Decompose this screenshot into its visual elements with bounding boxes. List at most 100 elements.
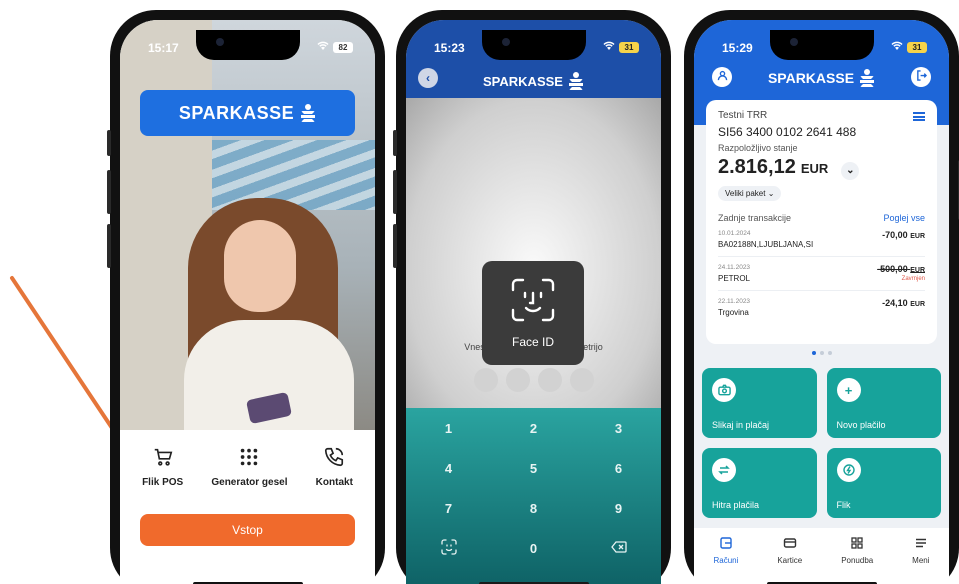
- key-3[interactable]: 3: [576, 408, 661, 448]
- wifi-icon: [891, 40, 903, 54]
- phone-biometric: 15:23 31 ‹ SPARKASSE Vnesi metrijo Face …: [393, 10, 671, 584]
- brand-banner: SPARKASSE: [140, 90, 355, 136]
- transaction-row[interactable]: 22.11.2023 Trgovina -24,10 EUR: [718, 291, 925, 324]
- contact-button[interactable]: Kontakt: [316, 446, 353, 488]
- quick-action-label: Kontakt: [315, 477, 353, 488]
- balance-amount: 2.816,12: [718, 156, 796, 178]
- wifi-icon: [603, 40, 615, 54]
- transaction-amount: -500,00 EUR: [877, 264, 925, 274]
- key-4[interactable]: 4: [406, 448, 491, 488]
- key-1[interactable]: 1: [406, 408, 491, 448]
- pin-dots: [406, 368, 661, 392]
- balance-currency: EUR: [800, 161, 829, 176]
- view-all-link[interactable]: Poglej vse: [883, 213, 925, 223]
- key-2[interactable]: 2: [491, 408, 576, 448]
- transaction-row[interactable]: 10.01.2024 BA02188N,LJUBLJANA,SI -70,00 …: [718, 223, 925, 257]
- nav-cards[interactable]: Kartice: [777, 536, 802, 584]
- key-5[interactable]: 5: [491, 448, 576, 488]
- pager-dot: [819, 351, 824, 355]
- screen: 15:29 31 SPARKASSE Testni TRR SI56 3400 …: [694, 20, 949, 584]
- transaction-row[interactable]: 24.11.2023 PETROL -500,00 EUR Zavrnjen: [718, 257, 925, 291]
- phone-side-button: [107, 130, 111, 156]
- transaction-desc: Trgovina: [718, 307, 749, 317]
- menu-icon: [914, 536, 928, 552]
- available-balance-label: Razpoložljivo stanje: [718, 143, 798, 153]
- login-button[interactable]: Vstop: [140, 514, 355, 546]
- transactions-header: Zadnje transakcije Poglej vse: [718, 213, 925, 223]
- sparkasse-s-icon: [859, 69, 875, 87]
- accounts-icon: [719, 536, 733, 552]
- package-label: Veliki paket: [725, 188, 766, 198]
- offer-grid-icon: [850, 536, 864, 552]
- nav-offer[interactable]: Ponudba: [841, 536, 873, 584]
- key-7[interactable]: 7: [406, 488, 491, 528]
- face-id-overlay: Face ID: [482, 261, 584, 365]
- tile-label: Flik: [836, 500, 851, 510]
- amount-value: -24,10: [882, 297, 908, 308]
- camera-icon: [712, 378, 736, 402]
- backspace-key[interactable]: [576, 528, 661, 568]
- key-6[interactable]: 6: [576, 448, 661, 488]
- tile-label: Novo plačilo: [836, 420, 886, 430]
- pin-dot: [505, 368, 530, 392]
- password-generator-button[interactable]: Generator gesel: [211, 446, 288, 488]
- flik-tile[interactable]: Flik: [826, 448, 941, 518]
- amount-value: -500,00: [877, 263, 908, 274]
- pin-dot: [569, 368, 594, 392]
- tile-label: Slikaj in plačaj: [712, 420, 770, 430]
- plus-icon: +: [836, 378, 861, 402]
- chevron-down-icon: ⌄: [767, 188, 775, 198]
- account-name: Testni TRR: [718, 110, 768, 121]
- quick-payments-tile[interactable]: Hitra plačila: [702, 448, 817, 518]
- key-8[interactable]: 8: [491, 488, 576, 528]
- pin-dot: [473, 368, 498, 392]
- chevron-down-icon[interactable]: ⌄: [841, 161, 860, 180]
- notch: [195, 30, 300, 60]
- package-selector[interactable]: Veliki paket ⌄: [718, 185, 782, 201]
- bottom-nav: Računi Kartice Ponudba Meni: [694, 528, 949, 584]
- grid-dots-icon: [238, 446, 260, 471]
- pager-dot: [811, 351, 816, 355]
- nav-label: Ponudba: [841, 556, 874, 565]
- wifi-icon: [317, 40, 329, 54]
- transaction-date: 24.11.2023: [718, 263, 751, 271]
- transaction-amount: -70,00 EUR: [882, 230, 925, 240]
- nav-label: Računi: [713, 556, 739, 565]
- brand-logo-text: SPARKASSE: [483, 73, 563, 89]
- tile-label: Hitra plačila: [712, 500, 760, 510]
- amount-currency: EUR: [910, 232, 925, 240]
- carousel-pager[interactable]: [694, 351, 949, 355]
- new-payment-tile[interactable]: + Novo plačilo: [826, 368, 941, 438]
- phone-side-button: [107, 170, 111, 214]
- amount-value: -70,00: [882, 229, 908, 240]
- transaction-date: 22.11.2023: [718, 297, 751, 305]
- phone-side-button: [393, 170, 397, 214]
- logout-button[interactable]: [911, 67, 931, 87]
- backspace-icon: [610, 540, 627, 556]
- nav-accounts[interactable]: Računi: [713, 536, 738, 584]
- pager-dot: [827, 351, 832, 355]
- face-id-label: Face ID: [511, 334, 554, 349]
- nav-label: Kartice: [777, 556, 803, 565]
- flik-pos-button[interactable]: Flik POS: [142, 446, 183, 488]
- face-id-icon: [511, 278, 555, 325]
- screen: 15:17 82 SPARKASSE Flik POS Generator ge…: [120, 20, 375, 584]
- logout-icon: [916, 70, 927, 84]
- battery-icon: 82: [333, 41, 353, 53]
- scan-and-pay-tile[interactable]: Slikaj in plačaj: [702, 368, 817, 438]
- key-9[interactable]: 9: [576, 488, 661, 528]
- battery-icon: 31: [619, 41, 639, 53]
- nav-menu[interactable]: Meni: [912, 536, 930, 584]
- account-card[interactable]: Testni TRR SI56 3400 0102 2641 488 Razpo…: [706, 100, 937, 344]
- quick-action-label: Flik POS: [142, 477, 184, 488]
- notch: [481, 30, 586, 60]
- key-0[interactable]: 0: [491, 528, 576, 568]
- cart-icon: [152, 446, 174, 471]
- brand-logo: SPARKASSE: [406, 72, 661, 90]
- transaction-desc: PETROL: [718, 273, 751, 283]
- face-scan-icon: [440, 538, 457, 558]
- phone-login: 15:17 82 SPARKASSE Flik POS Generator ge…: [107, 10, 385, 584]
- face-id-key[interactable]: [406, 528, 491, 568]
- account-menu-icon[interactable]: [913, 112, 925, 121]
- account-iban: SI56 3400 0102 2641 488: [718, 125, 857, 139]
